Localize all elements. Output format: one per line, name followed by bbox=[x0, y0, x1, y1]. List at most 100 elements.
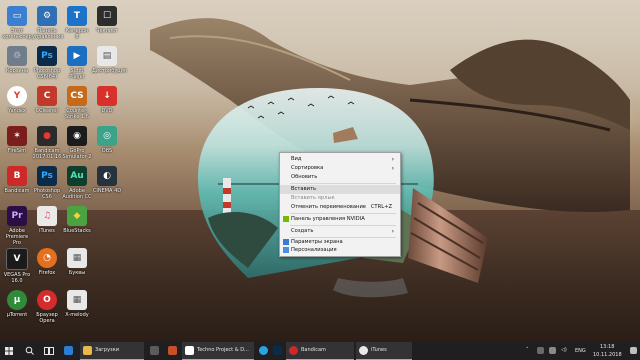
desktop-icon-cinema4d[interactable]: ◐ CINEMA 4D bbox=[92, 166, 122, 194]
file-icon: ▦ bbox=[67, 248, 87, 268]
notification-icon bbox=[630, 347, 637, 354]
desktop-icon-photoshop[interactable]: Ps Photoshop CS6 bbox=[32, 166, 62, 200]
firesim-icon: ✶ bbox=[7, 126, 27, 146]
premiere-icon: Pr bbox=[7, 206, 27, 226]
tray-icon-app[interactable] bbox=[536, 342, 546, 360]
tray-overflow-button[interactable]: ˄ bbox=[524, 342, 534, 360]
computer-icon: ▭ bbox=[7, 6, 27, 26]
desktop-icon-teamviewer[interactable]: T Кэмерон 8 bbox=[62, 6, 92, 40]
menu-item-paste-shortcut: Вставить ярлык bbox=[291, 195, 335, 201]
app-tray-icon bbox=[537, 347, 544, 354]
tray-notifications-button[interactable] bbox=[628, 342, 640, 360]
desktop-icon-player[interactable]: ▶ Sutiti Player bbox=[62, 46, 92, 80]
windows-logo-icon bbox=[5, 347, 13, 355]
volume-icon: ◁) bbox=[561, 347, 567, 353]
desktop-icon-firesim[interactable]: ✶ FireSim bbox=[2, 126, 32, 154]
tray-network-button[interactable] bbox=[548, 342, 558, 360]
tray-language-button[interactable]: ENG bbox=[574, 342, 590, 360]
desktop-icon-bandicam[interactable]: B Bandicam bbox=[2, 166, 32, 194]
desktop-icon-checklist[interactable]: ☐ Чеклист bbox=[92, 6, 122, 34]
download-icon: ↓ bbox=[97, 86, 117, 106]
menu-item-undo-rename[interactable]: Отменить переименование CTRL+Z bbox=[280, 203, 400, 212]
taskbar-window-yandex[interactable]: Techno Project & D... bbox=[182, 342, 254, 360]
desktop-icon-audition[interactable]: Au Adobe Audition CC bbox=[62, 166, 92, 200]
edge-icon bbox=[64, 346, 73, 355]
menu-separator bbox=[290, 225, 396, 226]
desktop-icon-utorrent[interactable]: µ µTorrent bbox=[2, 290, 32, 318]
yandex-icon: Y bbox=[7, 86, 27, 106]
desktop-icon-distribution[interactable]: ▤ Дистрибуция bbox=[92, 46, 127, 74]
start-button[interactable] bbox=[0, 342, 18, 360]
audition-icon: Au bbox=[67, 166, 87, 186]
taskbar: Загрузки Techno Project & D... Bandicam … bbox=[0, 342, 640, 360]
tray-volume-button[interactable]: ◁) bbox=[560, 342, 570, 360]
ccleaner-icon: C bbox=[37, 86, 57, 106]
desktop-icon-photoshop-64[interactable]: Ps Photoshop CS6(64) bbox=[32, 46, 62, 80]
desktop-icon-firefox[interactable]: ◔ Firefox bbox=[32, 248, 62, 276]
vegas-icon: V bbox=[6, 248, 28, 270]
desktop-icon-vegas[interactable]: V VEGAS Pro 16.0 bbox=[2, 248, 32, 284]
nvidia-icon bbox=[283, 216, 289, 222]
desktop-icon-itunes[interactable]: ♫ iTunes bbox=[32, 206, 62, 234]
desktop-icon-x-melody[interactable]: ▦ X-melody bbox=[62, 290, 92, 318]
utorrent-icon: µ bbox=[7, 290, 27, 310]
file-icon: ▦ bbox=[67, 290, 87, 310]
taskbar-window-bandicam[interactable]: Bandicam bbox=[286, 342, 354, 360]
menu-item-personalize[interactable]: Персонализация bbox=[280, 246, 400, 255]
obs-icon: ◎ bbox=[97, 126, 117, 146]
taskbar-pinned-app-2[interactable] bbox=[164, 342, 180, 360]
bluestacks-icon: ◆ bbox=[67, 206, 87, 226]
taskbar-window-itunes[interactable]: iTunes bbox=[356, 342, 412, 360]
personalize-icon bbox=[283, 247, 289, 253]
photoshop-icon: Ps bbox=[37, 166, 57, 186]
desktop-icon-this-pc[interactable]: ▭ Этот компьютер bbox=[2, 6, 32, 40]
camera-icon: ◉ bbox=[67, 126, 87, 146]
menu-item-paste[interactable]: Вставить bbox=[280, 185, 400, 194]
task-view-button[interactable] bbox=[40, 342, 58, 360]
desktop-icon-premiere[interactable]: Pr Adobe Premiere Pro bbox=[2, 206, 32, 246]
desktop-icon-control-panel[interactable]: ⚙ Панель управления bbox=[32, 6, 63, 40]
itunes-icon bbox=[359, 346, 368, 355]
task-view-icon bbox=[44, 347, 54, 355]
folder-icon bbox=[83, 346, 92, 355]
yandex-icon bbox=[185, 346, 194, 355]
opera-icon: O bbox=[37, 290, 57, 310]
firefox-icon: ◔ bbox=[37, 248, 57, 268]
menu-item-sort[interactable]: Сортировка › bbox=[280, 164, 400, 173]
desktop-icon-obs[interactable]: ◎ OBS bbox=[92, 126, 122, 154]
menu-separator bbox=[290, 183, 396, 184]
desktop-icon-gopro-simulator[interactable]: ◉ GoPro Simulator 2 bbox=[62, 126, 92, 160]
itunes-icon: ♫ bbox=[37, 206, 57, 226]
desktop-icon-yandex[interactable]: Y Yandex bbox=[2, 86, 32, 114]
document-icon: ☐ bbox=[97, 6, 117, 26]
photoshop-icon bbox=[273, 346, 282, 355]
teamviewer-icon: T bbox=[67, 6, 87, 26]
bandicam-icon: B bbox=[7, 166, 27, 186]
taskbar-pinned-skype[interactable] bbox=[256, 342, 270, 360]
menu-item-nvidia-control-panel[interactable]: Панель управления NVIDIA bbox=[280, 215, 400, 224]
desktop-icon-recycle-bin[interactable]: ♲ Корзина bbox=[2, 46, 32, 74]
desktop-icon-bluestacks[interactable]: ◆ BlueStacks bbox=[62, 206, 92, 234]
taskbar-window-downloads[interactable]: Загрузки bbox=[80, 342, 144, 360]
desktop-icon-dvd[interactable]: ↓ DVD bbox=[92, 86, 122, 114]
taskbar-pinned-app[interactable] bbox=[146, 342, 162, 360]
desktop-icon-ccleaner[interactable]: C CCleaner bbox=[32, 86, 62, 114]
menu-item-refresh[interactable]: Обновить bbox=[280, 173, 400, 182]
app-icon bbox=[168, 346, 177, 355]
taskbar-pinned-photoshop[interactable] bbox=[270, 342, 284, 360]
taskbar-pinned-edge[interactable] bbox=[60, 342, 78, 360]
photoshop-icon: Ps bbox=[37, 46, 57, 66]
file-icon: ▤ bbox=[97, 46, 117, 66]
search-button[interactable] bbox=[20, 342, 38, 360]
tray-clock[interactable]: 13:18 10.11.2018 bbox=[592, 342, 626, 360]
menu-item-new[interactable]: Создать › bbox=[280, 227, 400, 236]
desktop-icon-opera[interactable]: O Браузер Opera bbox=[32, 290, 62, 324]
desktop-icon-bukvy[interactable]: ▦ Буквы bbox=[62, 248, 92, 276]
desktop-context-menu: Вид › Сортировка › Обновить Вставить Вст… bbox=[279, 152, 401, 257]
menu-item-view[interactable]: Вид › bbox=[280, 155, 400, 164]
desktop-icon-bandicam-2017[interactable]: ● Bandicam 2017.01.16 bbox=[32, 126, 62, 160]
app-icon bbox=[150, 346, 159, 355]
menu-separator bbox=[290, 213, 396, 214]
cinema4d-icon: ◐ bbox=[97, 166, 117, 186]
desktop-icon-counter-strike[interactable]: CS Counter- Strike 1.6 bbox=[62, 86, 92, 120]
